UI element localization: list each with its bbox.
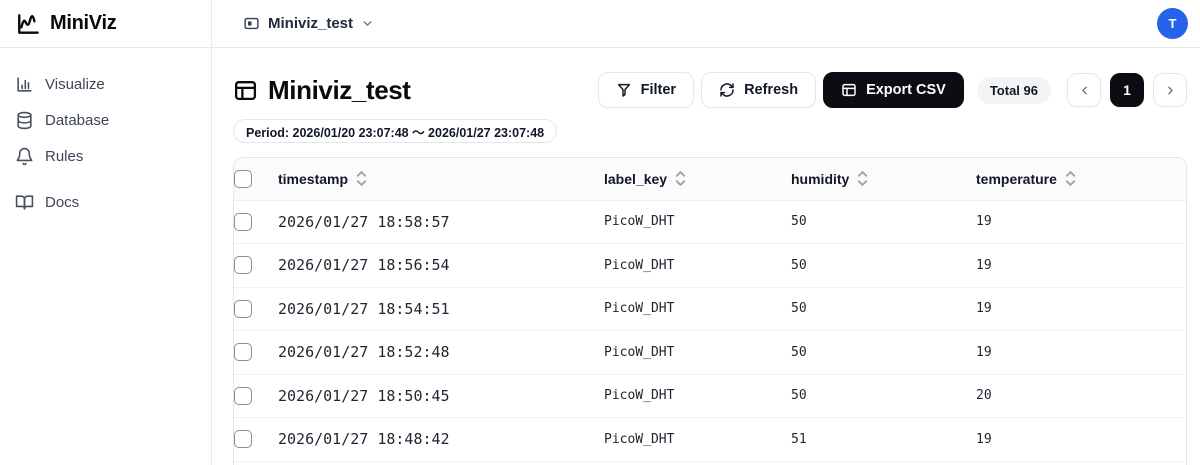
table-row: 2026/01/27 18:54:51 PicoW_DHT 50 19 bbox=[234, 287, 1186, 331]
cell-humidity: 51 bbox=[791, 418, 976, 462]
bell-icon bbox=[15, 147, 34, 166]
row-checkbox[interactable] bbox=[234, 213, 252, 231]
table-row: 2026/01/27 18:52:48 PicoW_DHT 50 19 bbox=[234, 331, 1186, 375]
cell-humidity: 50 bbox=[791, 374, 976, 418]
column-header-humidity: humidity bbox=[791, 171, 849, 187]
chevron-right-icon bbox=[1164, 84, 1177, 97]
title-row: Miniviz_test Filter bbox=[233, 72, 1187, 108]
cell-temperature: 19 bbox=[976, 287, 1186, 331]
sidebar-item-label: Visualize bbox=[45, 76, 105, 93]
cell-humidity: 50 bbox=[791, 200, 976, 244]
prev-page-button[interactable] bbox=[1067, 73, 1101, 107]
cell-label-key: PicoW_DHT bbox=[604, 374, 791, 418]
avatar[interactable]: T bbox=[1157, 8, 1188, 39]
cell-label-key: PicoW_DHT bbox=[604, 331, 791, 375]
cell-humidity: 50 bbox=[791, 331, 976, 375]
topbar: Miniviz_test T bbox=[212, 0, 1200, 48]
column-header-label-key: label_key bbox=[604, 171, 667, 187]
app-window: MiniViz Miniviz_test T bbox=[0, 0, 1200, 465]
table-icon bbox=[233, 78, 258, 103]
topbar-logo-area: MiniViz bbox=[0, 0, 212, 48]
cell-label-key: PicoW_DHT bbox=[604, 200, 791, 244]
cell-temperature: 19 bbox=[976, 200, 1186, 244]
row-checkbox[interactable] bbox=[234, 430, 252, 448]
project-icon bbox=[243, 15, 260, 32]
database-icon bbox=[15, 111, 34, 130]
table-header-row: timestamp label_key bbox=[234, 158, 1186, 200]
cell-temperature: 19 bbox=[976, 244, 1186, 288]
select-all-checkbox[interactable] bbox=[234, 170, 252, 188]
row-checkbox[interactable] bbox=[234, 387, 252, 405]
export-csv-button[interactable]: Export CSV bbox=[823, 72, 964, 108]
total-count-badge: Total 96 bbox=[977, 77, 1051, 104]
table-row: 2026/01/27 18:48:42 PicoW_DHT 51 19 bbox=[234, 418, 1186, 462]
data-table: timestamp label_key bbox=[234, 158, 1186, 465]
cell-temperature: 20 bbox=[976, 374, 1186, 418]
export-table-icon bbox=[841, 82, 857, 98]
app-logo[interactable]: MiniViz bbox=[16, 11, 116, 37]
page-title-wrap: Miniviz_test bbox=[233, 75, 411, 106]
cell-temperature: 19 bbox=[976, 331, 1186, 375]
main-content: Miniviz_test Filter bbox=[212, 48, 1200, 465]
refresh-icon bbox=[719, 82, 735, 98]
row-checkbox[interactable] bbox=[234, 300, 252, 318]
row-checkbox[interactable] bbox=[234, 343, 252, 361]
sort-icon[interactable] bbox=[356, 171, 367, 186]
column-header-temperature: temperature bbox=[976, 171, 1057, 187]
refresh-button-label: Refresh bbox=[744, 82, 798, 98]
column-header-timestamp: timestamp bbox=[278, 171, 348, 187]
cell-label-key: PicoW_DHT bbox=[604, 418, 791, 462]
app-name: MiniViz bbox=[50, 12, 116, 35]
sidebar-item-label: Database bbox=[45, 112, 109, 129]
refresh-button[interactable]: Refresh bbox=[701, 72, 816, 108]
sort-icon[interactable] bbox=[1065, 171, 1076, 186]
sidebar-item-label: Docs bbox=[45, 194, 79, 211]
cell-humidity: 50 bbox=[791, 287, 976, 331]
cell-timestamp: 2026/01/27 18:50:45 bbox=[278, 374, 604, 418]
cell-timestamp: 2026/01/27 18:52:48 bbox=[278, 331, 604, 375]
sort-icon[interactable] bbox=[675, 171, 686, 186]
line-chart-logo-icon bbox=[16, 11, 42, 37]
period-badge: Period: 2026/01/20 23:07:48 ～ 2026/01/27… bbox=[233, 119, 557, 143]
cell-humidity: 50 bbox=[791, 244, 976, 288]
cell-temperature: 19 bbox=[976, 418, 1186, 462]
cell-label-key: PicoW_DHT bbox=[604, 244, 791, 288]
filter-button-label: Filter bbox=[641, 82, 676, 98]
cell-label-key: PicoW_DHT bbox=[604, 287, 791, 331]
sidebar-item-database[interactable]: Database bbox=[0, 102, 211, 138]
data-table-card: timestamp label_key bbox=[233, 157, 1187, 465]
sort-icon[interactable] bbox=[857, 171, 868, 186]
page-title: Miniviz_test bbox=[268, 75, 411, 106]
cell-timestamp: 2026/01/27 18:58:57 bbox=[278, 200, 604, 244]
sidebar-item-visualize[interactable]: Visualize bbox=[0, 66, 211, 102]
table-row: 2026/01/27 18:50:45 PicoW_DHT 50 20 bbox=[234, 374, 1186, 418]
table-row: 2026/01/27 18:56:54 PicoW_DHT 50 19 bbox=[234, 244, 1186, 288]
cell-timestamp: 2026/01/27 18:56:54 bbox=[278, 244, 604, 288]
table-row-partial bbox=[234, 461, 1186, 465]
row-checkbox[interactable] bbox=[234, 256, 252, 274]
sidebar-item-label: Rules bbox=[45, 148, 83, 165]
table-row: 2026/01/27 18:58:57 PicoW_DHT 50 19 bbox=[234, 200, 1186, 244]
pagination: 1 bbox=[1067, 73, 1187, 107]
book-icon bbox=[15, 193, 34, 212]
cell-timestamp: 2026/01/27 18:48:42 bbox=[278, 418, 604, 462]
chevron-down-icon bbox=[361, 17, 374, 30]
cell-timestamp: 2026/01/27 18:54:51 bbox=[278, 287, 604, 331]
bar-chart-icon bbox=[15, 75, 34, 94]
filter-button[interactable]: Filter bbox=[598, 72, 694, 108]
next-page-button[interactable] bbox=[1153, 73, 1187, 107]
sidebar-item-docs[interactable]: Docs bbox=[0, 184, 211, 220]
sidebar-item-rules[interactable]: Rules bbox=[0, 138, 211, 174]
sidebar: Visualize Database Rules bbox=[0, 48, 212, 465]
breadcrumb: Miniviz_test bbox=[268, 15, 353, 32]
export-csv-button-label: Export CSV bbox=[866, 82, 946, 98]
toolbar: Filter Refresh bbox=[598, 72, 1187, 108]
project-selector[interactable]: Miniviz_test bbox=[243, 15, 374, 32]
filter-icon bbox=[616, 82, 632, 98]
current-page-button[interactable]: 1 bbox=[1110, 73, 1144, 107]
chevron-left-icon bbox=[1078, 84, 1091, 97]
